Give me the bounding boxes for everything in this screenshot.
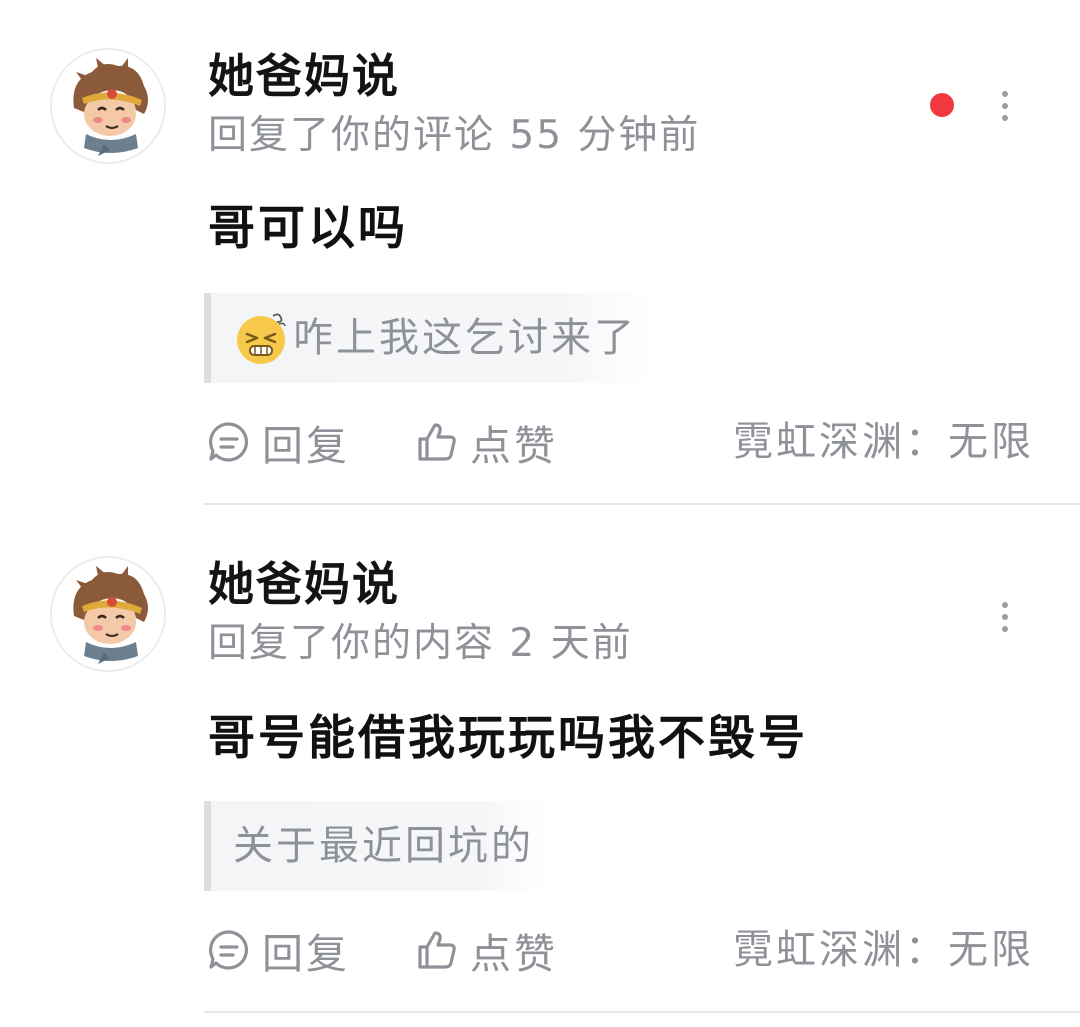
source-game-link[interactable]: 霓虹深渊：无限 — [733, 918, 1034, 982]
reply-label: 回复 — [262, 422, 350, 470]
notification-card[interactable]: 她爸妈说 回复了你的内容 2 天前 哥号能借我玩玩吗我不毁号 关于最近回坑的 回… — [0, 508, 1080, 1016]
quoted-comment[interactable]: 关于最近回坑的 — [204, 801, 548, 891]
more-options-icon[interactable] — [990, 88, 1020, 124]
quoted-text: 关于最近回坑的 — [233, 823, 534, 869]
more-options-icon[interactable] — [990, 599, 1020, 635]
monkey-king-avatar-icon — [52, 558, 164, 670]
notification-card[interactable]: 她爸妈说 回复了你的评论 55 分钟前 哥可以吗 咋上我这乞讨来了 回复 点赞 … — [0, 0, 1080, 508]
source-game-link[interactable]: 霓虹深渊：无限 — [733, 410, 1034, 474]
quoted-text: 咋上我这乞讨来了 — [293, 315, 637, 361]
notification-meta: 回复了你的评论 55 分钟前 — [208, 113, 701, 158]
quoted-comment[interactable]: 咋上我这乞讨来了 — [204, 293, 651, 383]
username[interactable]: 她爸妈说 — [208, 556, 400, 612]
reply-button[interactable]: 回复 — [206, 918, 350, 982]
thumbs-up-icon — [418, 931, 456, 969]
like-button[interactable]: 点赞 — [414, 410, 558, 474]
avatar[interactable] — [50, 556, 166, 672]
divider — [204, 1011, 1080, 1013]
notification-meta: 回复了你的内容 2 天前 — [208, 621, 633, 666]
action-bar: 回复 点赞 霓虹深渊：无限 — [204, 918, 1034, 982]
comment-bubble-icon — [209, 930, 249, 970]
comment-content: 哥可以吗 — [208, 201, 408, 256]
avatar[interactable] — [50, 48, 166, 164]
comment-content: 哥号能借我玩玩吗我不毁号 — [208, 711, 808, 766]
like-button[interactable]: 点赞 — [414, 918, 558, 982]
username[interactable]: 她爸妈说 — [208, 48, 400, 104]
comment-bubble-icon — [209, 422, 249, 462]
unread-indicator — [930, 93, 954, 117]
monkey-king-avatar-icon — [52, 50, 164, 162]
divider — [204, 503, 1080, 505]
reply-label: 回复 — [262, 930, 350, 978]
dizzy-face-emoji-icon — [237, 313, 286, 364]
like-label: 点赞 — [470, 422, 558, 470]
action-bar: 回复 点赞 霓虹深渊：无限 — [204, 410, 1034, 474]
like-label: 点赞 — [470, 930, 558, 978]
reply-button[interactable]: 回复 — [206, 410, 350, 474]
thumbs-up-icon — [418, 423, 456, 461]
